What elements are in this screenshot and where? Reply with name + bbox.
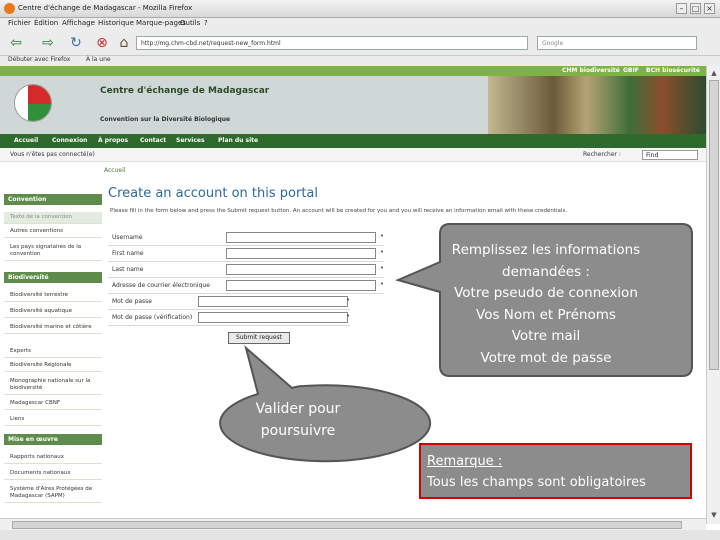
callout-line: demandées : xyxy=(502,263,590,280)
remark-box: Remarque : Tous les champs sont obligato… xyxy=(419,443,692,499)
callout-line: poursuivre xyxy=(260,423,336,439)
callout-line: Remplissez les informations xyxy=(451,242,641,258)
remark-text: Tous les champs sont obligatoires xyxy=(427,475,646,490)
callout-line: Valider pour xyxy=(255,401,341,417)
callout-line: Vos Nom et Prénoms xyxy=(476,306,616,323)
callout-line: Votre mail xyxy=(511,328,581,344)
callout-line: Votre pseudo de connexion xyxy=(454,285,638,301)
callout-validate-text: Valider pour poursuivre xyxy=(228,398,368,442)
callout-fill-in-text: Remplissez les informations demandées : … xyxy=(436,240,656,369)
callout-line: Votre mot de passe xyxy=(480,349,612,366)
remark-title: Remarque : xyxy=(427,454,503,469)
